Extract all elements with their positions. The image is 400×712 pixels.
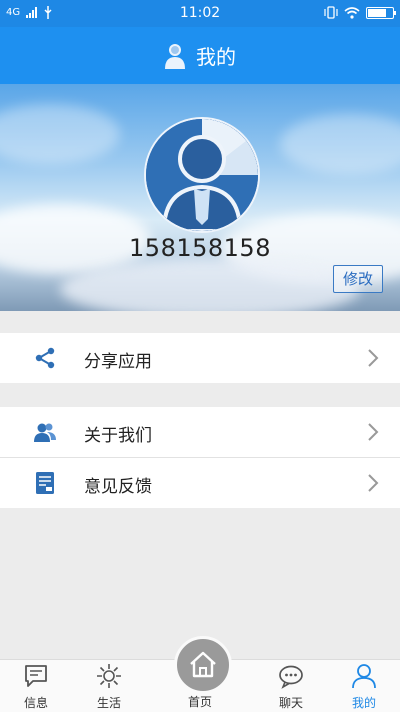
- page-title: 我的: [196, 45, 236, 69]
- tab-label: 信息: [23, 696, 48, 710]
- users-icon: [34, 423, 56, 442]
- menu-item-share[interactable]: 分享应用: [0, 333, 400, 383]
- menu-item-feedback[interactable]: 意见反馈: [0, 458, 400, 508]
- user-icon: [352, 664, 376, 689]
- chat-icon: [279, 665, 303, 689]
- cloud-decoration: [280, 114, 400, 174]
- menu-item-label: 分享应用: [84, 352, 152, 372]
- menu-group-info: 关于我们 意见反馈: [0, 407, 400, 508]
- tab-home[interactable]: [174, 636, 232, 694]
- tab-label: 我的: [351, 696, 376, 710]
- chevron-right-icon: [368, 349, 379, 367]
- tab-label: 生活: [96, 696, 121, 710]
- status-right: [324, 6, 396, 19]
- tab-label: 聊天: [278, 696, 303, 710]
- battery-icon: [366, 6, 396, 19]
- chevron-right-icon: [368, 474, 379, 492]
- chevron-right-icon: [368, 423, 379, 441]
- user-icon: [165, 43, 185, 69]
- tab-message[interactable]: 信息: [6, 660, 66, 712]
- wifi-icon: [344, 6, 360, 19]
- life-icon: [97, 664, 121, 688]
- cloud-decoration: [0, 104, 120, 164]
- feedback-icon: [36, 472, 54, 494]
- tab-chat[interactable]: 聊天: [261, 660, 321, 712]
- home-icon: [190, 651, 216, 678]
- battery-level: [368, 8, 386, 17]
- tab-label: 首页: [187, 695, 212, 709]
- tab-me[interactable]: 我的: [334, 660, 394, 712]
- menu-group-share: 分享应用: [0, 333, 400, 383]
- menu-item-label: 关于我们: [84, 426, 152, 446]
- phone-number: 158158158: [129, 234, 271, 262]
- vibrate-icon: [324, 6, 338, 19]
- cloud-decoration: [60, 259, 360, 311]
- tab-life[interactable]: 生活: [79, 660, 139, 712]
- message-icon: [25, 665, 47, 687]
- menu-item-label: 意见反馈: [84, 477, 152, 497]
- avatar-icon: [146, 119, 258, 231]
- profile-banner: 158158158 修改: [0, 84, 400, 311]
- menu-item-about[interactable]: 关于我们: [0, 407, 400, 457]
- avatar[interactable]: [144, 117, 260, 233]
- edit-button[interactable]: 修改: [333, 265, 383, 293]
- status-bar: 4G 11:02: [0, 0, 400, 27]
- share-icon: [35, 347, 55, 369]
- title-bar: 我的: [0, 27, 400, 84]
